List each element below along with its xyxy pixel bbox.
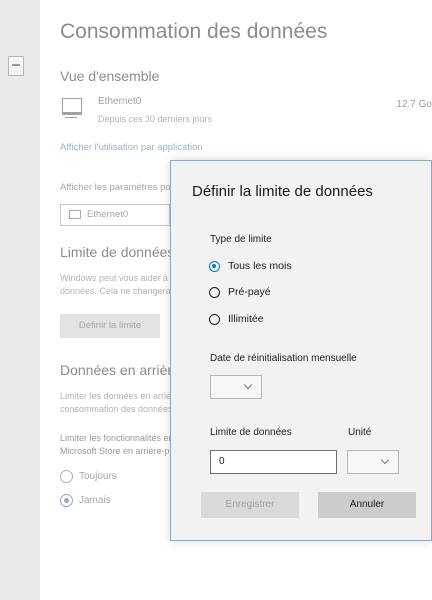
radio-selected-icon [209, 260, 220, 272]
radio-selected-icon [60, 494, 73, 507]
nav-strip [0, 0, 40, 600]
data-limit-input[interactable]: 0 [210, 450, 337, 474]
chevron-down-icon [380, 455, 390, 465]
background-radio-always[interactable]: Toujours [60, 470, 117, 486]
option-unlimited[interactable]: Illimitée [209, 312, 264, 328]
unit-select[interactable] [347, 450, 399, 474]
network-name: Ethernet0 [98, 96, 142, 107]
collapse-icon[interactable] [8, 56, 24, 76]
page-title: Consommation des données [60, 20, 328, 43]
cancel-button[interactable]: Annuler [318, 492, 416, 518]
network-select[interactable]: Ethernet0 [60, 204, 170, 226]
option-monthly[interactable]: Tous les mois [209, 259, 292, 275]
chevron-down-icon [243, 380, 253, 390]
limit-description: Windows peut vous aider à limiter votre … [60, 273, 172, 296]
limit-functions-text: Limiter les fonctionnalités en arrière-p… [60, 433, 172, 456]
usage-per-app-link[interactable]: Afficher l'utilisation par application [60, 142, 203, 153]
dialog-title: Définir la limite de données [192, 183, 373, 200]
save-button[interactable]: Enregistrer [201, 492, 299, 518]
unit-label: Unité [348, 427, 372, 438]
background-description: Limiter les données en arrière-plan rédu… [60, 391, 172, 414]
network-select-value: Ethernet0 [87, 209, 129, 220]
radio-icon [209, 313, 220, 325]
option-prepaid[interactable]: Pré-payé [209, 285, 271, 301]
set-limit-button[interactable]: Définir la limite [60, 314, 160, 338]
radio-icon [209, 286, 220, 298]
overview-heading: Vue d'ensemble [60, 68, 160, 84]
network-period: Depuis ces 30 derniers jours [98, 114, 213, 124]
data-limit-label: Limite de données [210, 427, 292, 438]
radio-icon [60, 470, 73, 483]
set-data-limit-dialog: Définir la limite de données Type de lim… [170, 160, 432, 541]
background-radio-never[interactable]: Jamais [60, 494, 111, 510]
reset-date-select[interactable] [210, 375, 262, 399]
monitor-icon [69, 209, 81, 219]
network-usage: 12.7 Go [396, 99, 432, 110]
reset-date-label: Date de réinitialisation mensuelle [210, 353, 357, 364]
ethernet-icon [62, 98, 82, 118]
limit-heading: Limite de données [60, 244, 175, 260]
limit-type-label: Type de limite [210, 234, 272, 245]
show-settings-label: Afficher les paramètres pour [60, 182, 180, 193]
